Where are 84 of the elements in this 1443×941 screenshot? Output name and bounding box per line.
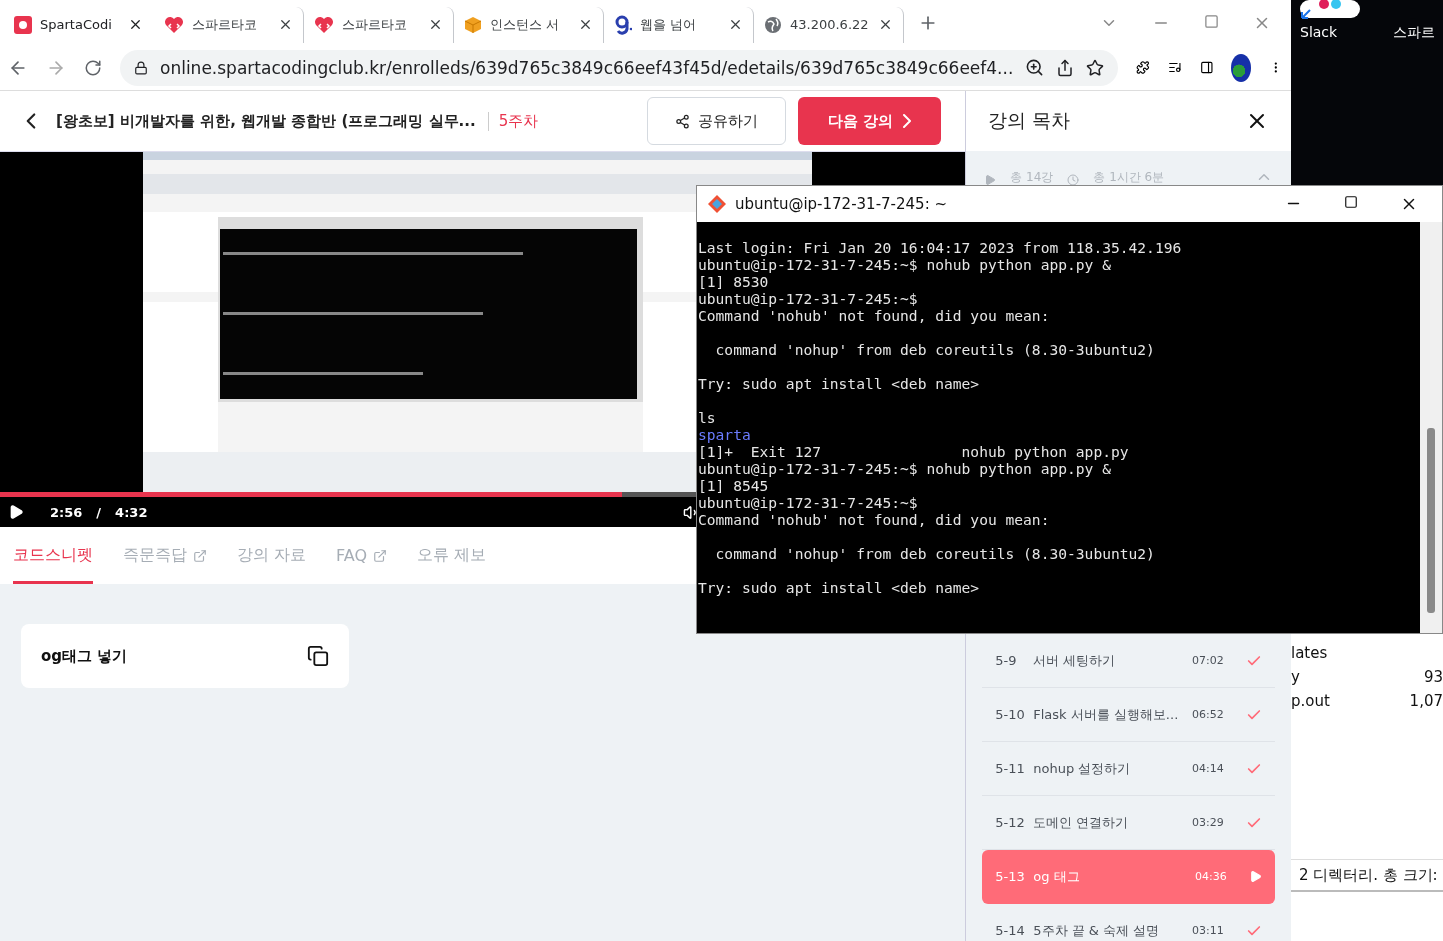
- lesson-number: 5-14: [995, 923, 1024, 938]
- tab-title: 스파르타코: [342, 15, 408, 34]
- snippet-title: og태그 넣기: [41, 646, 128, 666]
- lesson-item[interactable]: 5-14 5주차 끝 & 숙제 설명 03:11: [982, 904, 1275, 941]
- zoom-icon[interactable]: [1025, 58, 1045, 77]
- lesson-title: og 태그: [1033, 867, 1081, 886]
- time-separator: /: [96, 504, 102, 520]
- content-tab[interactable]: 코드스니펫: [13, 527, 93, 584]
- copy-icon[interactable]: [307, 645, 329, 667]
- clock-icon: [1067, 174, 1080, 186]
- url-text: online.spartacodingclub.kr/enrolleds/639d765c3849c66eef43f45d/edetails/639d765c3849c66eef4...: [160, 57, 1014, 78]
- terminal-line: ls: [698, 409, 717, 426]
- tab-title: 43.200.6.22: [790, 17, 870, 32]
- share-button[interactable]: 공유하기: [647, 97, 787, 145]
- terminal-line: Try: sudo apt install <deb name>: [698, 579, 981, 596]
- desktop-icon-label[interactable]: 스파르: [1393, 24, 1435, 42]
- address-bar[interactable]: online.spartacodingclub.kr/enrolleds/639d765c3849c66eef43f45d/edetails/639d765c3849c66eef4...: [120, 49, 1119, 86]
- close-icon[interactable]: [728, 17, 743, 32]
- course-title: [왕초보] 비개발자를 위한, 웹개발 종합반 (프로그래밍 실무...: [56, 111, 476, 131]
- lesson-number: 5-11: [995, 761, 1024, 776]
- lesson-number: 5-9: [995, 653, 1018, 668]
- desktop-icon-label[interactable]: Slack: [1300, 24, 1338, 40]
- terminal-line: sparta: [698, 426, 752, 443]
- tab-title: 웹을 넘어: [640, 15, 698, 34]
- slack-logo-icon: [1300, 0, 1360, 20]
- file-name: p.out: [1291, 692, 1330, 712]
- lesson-number: 5-13: [995, 869, 1024, 884]
- lock-icon: [134, 60, 148, 75]
- terminal-line: ubuntu@ip-172-31-7-245:~$: [698, 494, 919, 511]
- puzzle-icon[interactable]: [1136, 58, 1150, 77]
- close-icon[interactable]: [578, 17, 593, 32]
- play-icon: [984, 174, 997, 186]
- next-lecture-button[interactable]: 다음 강의: [798, 97, 942, 145]
- lesson-title: 도메인 연결하기: [1033, 813, 1130, 832]
- terminal-line: [1] 8530: [698, 273, 770, 290]
- lesson-title: 서버 세팅하기: [1033, 651, 1117, 670]
- lesson-time: 04:36: [1195, 870, 1228, 883]
- terminal-line: [1] 8545: [698, 477, 770, 494]
- reload-button[interactable]: [84, 58, 102, 77]
- lesson-title: Flask 서버를 실행해보...: [1033, 705, 1180, 724]
- sidebar-title: 강의 목차: [988, 108, 1071, 133]
- lesson-time: 04:14: [1192, 762, 1225, 775]
- lesson-title: nohup 설정하기: [1033, 759, 1132, 778]
- lesson-time: 03:29: [1192, 816, 1225, 829]
- share-icon: [675, 113, 691, 129]
- lesson-title: 5주차 끝 & 숙제 설명: [1033, 921, 1161, 940]
- heart-icon: [164, 15, 184, 34]
- file-size: 93: [1423, 668, 1443, 688]
- terminal-line: command 'nohup' from deb coreutils (8.30-3ubuntu2): [714, 545, 1156, 562]
- share-icon[interactable]: [1056, 58, 1075, 77]
- week-label: 5주차: [487, 111, 539, 131]
- close-icon[interactable]: [428, 17, 443, 32]
- snippet-card[interactable]: og태그 넣기: [21, 624, 349, 688]
- close-icon[interactable]: [278, 17, 293, 32]
- close-icon[interactable]: [128, 17, 143, 32]
- profile-avatar[interactable]: [1231, 53, 1252, 82]
- lesson-time: 03:11: [1192, 924, 1225, 937]
- globe-icon: [764, 15, 782, 34]
- duration: 4:32: [115, 504, 148, 520]
- lesson-number: 5-10: [995, 707, 1024, 722]
- lesson-number: 5-12: [995, 815, 1024, 830]
- current-time: 2:56: [50, 504, 83, 520]
- lesson-time: 07:02: [1192, 654, 1225, 667]
- terminal-line: ubuntu@ip-172-31-7-245:~$: [698, 290, 919, 307]
- close-icon[interactable]: [878, 17, 893, 32]
- box-icon: [464, 15, 482, 34]
- file-name: y: [1291, 668, 1300, 688]
- play-button[interactable]: [8, 504, 24, 520]
- lesson-item[interactable]: 5-10 Flask 서버를 실행해보... 06:52: [982, 688, 1275, 742]
- maximize-icon[interactable]: [1344, 195, 1358, 209]
- file-size: 1,07: [1409, 692, 1443, 712]
- window-title: ubuntu@ip-172-31-7-245: ~: [735, 195, 948, 213]
- diamond-icon: [707, 194, 727, 214]
- file-name: lates: [1291, 644, 1328, 664]
- scrollbar[interactable]: [1420, 222, 1442, 633]
- play-icon: [1249, 870, 1262, 883]
- tab-title: SpartaCodi: [40, 17, 113, 32]
- tab-title: 스파르타코: [192, 15, 258, 34]
- lesson-item[interactable]: 5-11 nohup 설정하기 04:14: [982, 742, 1275, 796]
- bookmark-star-icon[interactable]: [1086, 58, 1105, 77]
- heart-icon: [314, 15, 334, 34]
- tab-title: 인스턴스 서: [490, 15, 561, 34]
- lesson-time: 06:52: [1192, 708, 1225, 721]
- chevron-right-icon: [903, 114, 912, 128]
